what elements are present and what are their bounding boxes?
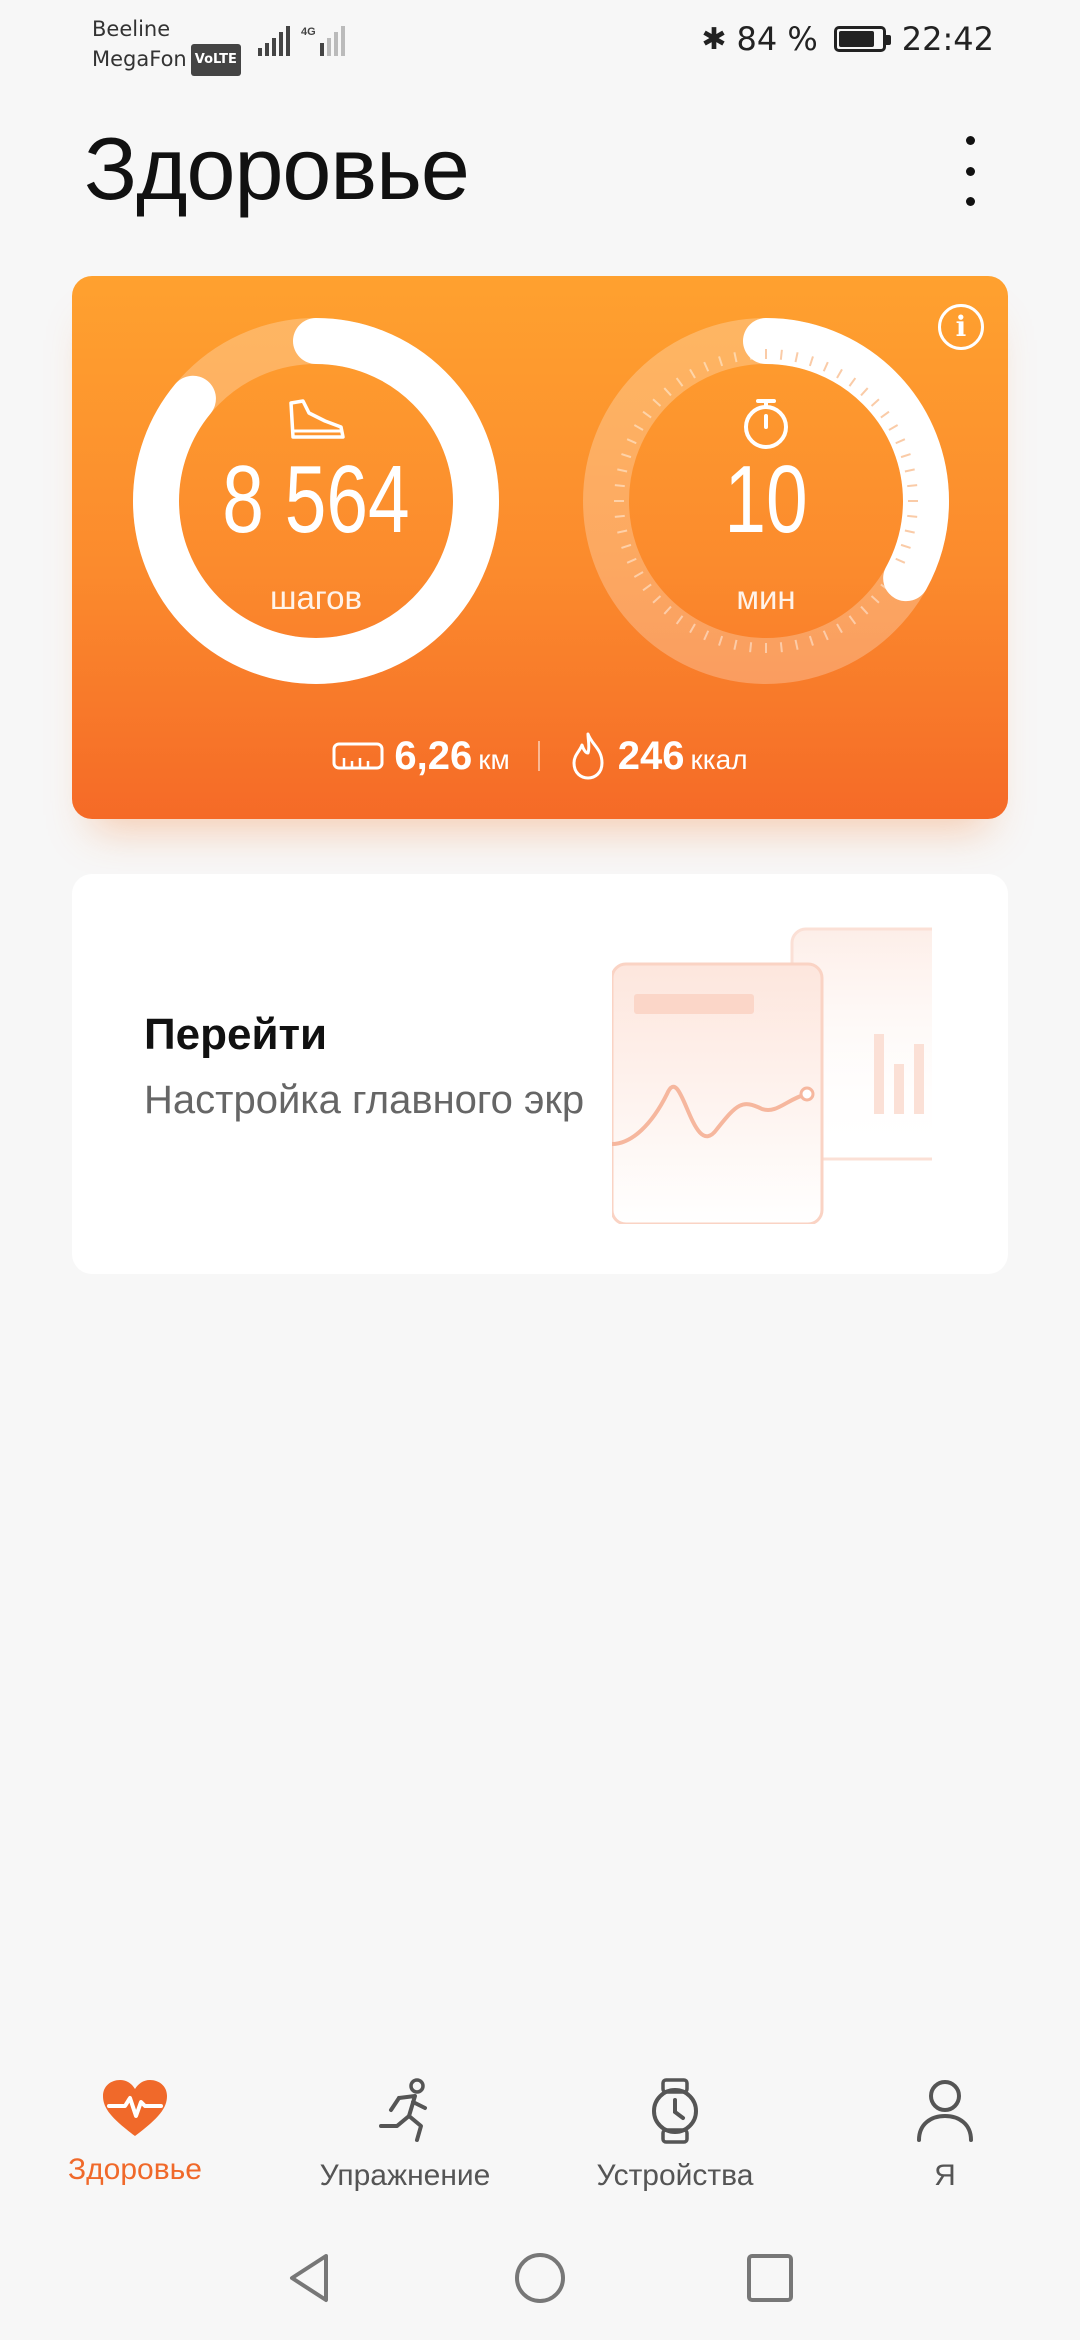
calories-metric: 246 ккал — [618, 734, 748, 779]
minutes-ring-tick — [749, 349, 753, 360]
tab-health-label: Здоровье — [68, 2153, 202, 2186]
home-setup-card[interactable]: Перейти Настройка главного экр — [72, 874, 1008, 1274]
network-type: 4G — [301, 26, 316, 38]
volte-badge: VoLTE — [190, 44, 241, 76]
minutes-value: 10 — [724, 446, 808, 553]
battery-icon — [833, 26, 891, 52]
back-icon[interactable] — [284, 2250, 334, 2306]
status-bar: Beeline MegaFon VoLTE 4G ✱ 84 % 22:42 — [0, 0, 1080, 80]
minutes-ring-tick — [779, 642, 783, 653]
distance-metric: 6,26 км — [394, 734, 509, 779]
flame-icon — [572, 732, 604, 780]
tab-exercise-label: Упражнение — [319, 2159, 491, 2192]
battery-percent: 84 % — [736, 20, 818, 58]
ruler-icon — [332, 742, 384, 770]
distance-value: 6,26 — [394, 733, 473, 778]
active-minutes-ring[interactable]: 10 мин — [580, 315, 952, 687]
chart-illustration — [612, 927, 932, 1224]
recents-icon[interactable] — [744, 2250, 796, 2306]
bluetooth-icon: ✱ — [701, 21, 727, 57]
heart-pulse-icon — [103, 2080, 167, 2136]
tab-exercise[interactable]: Упражнение — [270, 2078, 540, 2193]
minutes-label: мин — [736, 579, 796, 616]
system-nav-bar — [0, 2220, 1080, 2340]
carrier-info: Beeline MegaFon VoLTE — [92, 14, 241, 76]
more-options-icon[interactable] — [955, 136, 985, 206]
tab-health[interactable]: Здоровье — [0, 2078, 270, 2187]
sneaker-icon — [289, 399, 345, 439]
steps-label: шагов — [269, 579, 363, 616]
signal-icon: 4G — [258, 26, 345, 56]
distance-unit: км — [478, 743, 510, 775]
running-icon — [379, 2078, 427, 2142]
tab-me-label: Я — [934, 2159, 956, 2192]
person-icon — [917, 2080, 973, 2142]
bottom-tab-bar: Здоровье Упражнение Устройства Я — [0, 2050, 1080, 2220]
carrier-1: Beeline — [92, 17, 171, 41]
stopwatch-icon — [744, 399, 788, 449]
steps-value: 8 564 — [222, 446, 410, 553]
home-icon[interactable] — [512, 2250, 568, 2306]
status-right: ✱ 84 % 22:42 — [701, 20, 994, 58]
clock: 22:42 — [901, 20, 994, 58]
goto-subtitle: Настройка главного экр — [144, 1078, 585, 1122]
minutes-ring-tick — [749, 642, 753, 653]
activity-metrics: 6,26 км 246 ккал — [72, 731, 1008, 781]
calories-unit: ккал — [690, 743, 748, 775]
goto-title: Перейти — [144, 1010, 328, 1059]
metric-divider — [537, 741, 540, 771]
steps-ring[interactable]: 8 564 шагов — [130, 315, 502, 687]
tab-devices-label: Устройства — [596, 2159, 754, 2192]
activity-card[interactable]: i 8 564 шагов 10 мин 6,26 км 246 ккал — [72, 276, 1008, 819]
minutes-ring-tick — [779, 349, 783, 360]
calories-value: 246 — [617, 733, 685, 778]
tab-me[interactable]: Я — [810, 2078, 1080, 2193]
page-title: Здоровье — [84, 119, 470, 218]
carrier-2: MegaFon — [92, 47, 187, 71]
tab-devices[interactable]: Устройства — [540, 2078, 810, 2193]
watch-icon — [652, 2078, 698, 2144]
